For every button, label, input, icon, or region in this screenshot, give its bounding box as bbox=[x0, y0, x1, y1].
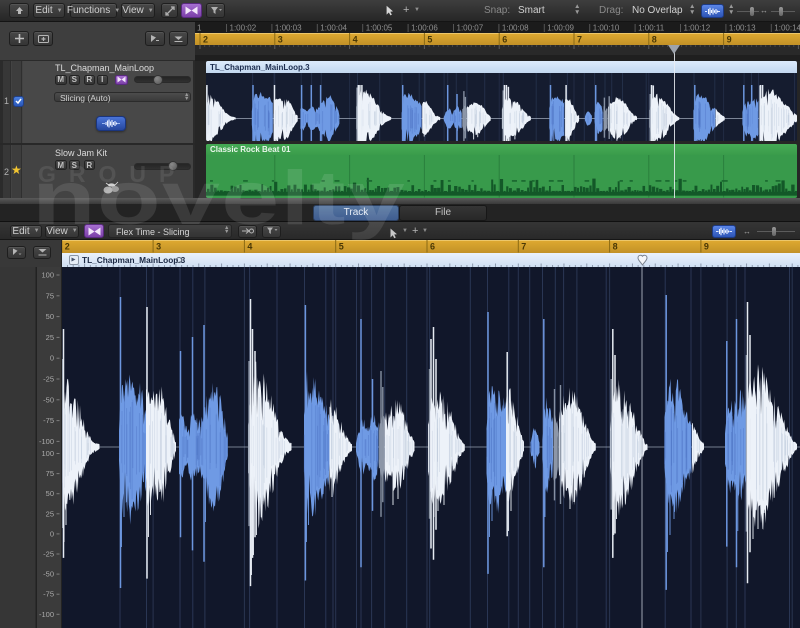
svg-text:4: 4 bbox=[247, 242, 252, 252]
svg-text:7: 7 bbox=[577, 35, 582, 45]
svg-text:100: 100 bbox=[41, 449, 54, 458]
svg-text:6: 6 bbox=[430, 242, 435, 252]
svg-text:25: 25 bbox=[46, 509, 54, 518]
svg-text:1:00:04: 1:00:04 bbox=[320, 24, 347, 33]
svg-text:4: 4 bbox=[353, 35, 358, 45]
svg-text:9: 9 bbox=[727, 35, 732, 45]
svg-text:1:00:05: 1:00:05 bbox=[366, 24, 393, 33]
svg-text:75: 75 bbox=[46, 291, 54, 300]
svg-text:0: 0 bbox=[50, 354, 54, 363]
svg-text:5: 5 bbox=[339, 242, 344, 252]
svg-text:0: 0 bbox=[50, 529, 54, 538]
svg-text:7: 7 bbox=[521, 242, 526, 252]
svg-text:-50: -50 bbox=[43, 395, 54, 404]
svg-text:1:00:11: 1:00:11 bbox=[638, 24, 665, 33]
svg-text:6: 6 bbox=[502, 35, 507, 45]
svg-text:1:00:02: 1:00:02 bbox=[230, 24, 257, 33]
svg-text:8: 8 bbox=[613, 242, 618, 252]
svg-text:3: 3 bbox=[278, 35, 283, 45]
svg-text:2: 2 bbox=[65, 242, 70, 252]
svg-text:8: 8 bbox=[652, 35, 657, 45]
svg-text:1:00:09: 1:00:09 bbox=[547, 24, 574, 33]
svg-text:1:00:07: 1:00:07 bbox=[457, 24, 484, 33]
svg-text:-75: -75 bbox=[43, 416, 54, 425]
svg-text:9: 9 bbox=[704, 242, 709, 252]
svg-text:1:00:03: 1:00:03 bbox=[275, 24, 302, 33]
svg-text:3: 3 bbox=[156, 242, 161, 252]
svg-text:-25: -25 bbox=[43, 550, 54, 559]
svg-text:1:00:14: 1:00:14 bbox=[774, 24, 800, 33]
svg-text:-75: -75 bbox=[43, 590, 54, 599]
svg-text:-25: -25 bbox=[43, 375, 54, 384]
svg-text:1: 1 bbox=[197, 24, 202, 33]
svg-text:75: 75 bbox=[46, 469, 54, 478]
svg-text:50: 50 bbox=[46, 489, 54, 498]
svg-text:1:00:10: 1:00:10 bbox=[593, 24, 620, 33]
svg-text:1:00:12: 1:00:12 bbox=[684, 24, 711, 33]
svg-text:100: 100 bbox=[41, 271, 54, 280]
svg-text:2: 2 bbox=[203, 35, 208, 45]
svg-text:1:00:06: 1:00:06 bbox=[411, 24, 438, 33]
svg-text:1:00:13: 1:00:13 bbox=[729, 24, 756, 33]
svg-text:1:00:08: 1:00:08 bbox=[502, 24, 529, 33]
svg-text:50: 50 bbox=[46, 312, 54, 321]
svg-text:25: 25 bbox=[46, 333, 54, 342]
svg-text:-100: -100 bbox=[39, 610, 54, 619]
svg-text:-100: -100 bbox=[39, 437, 54, 446]
svg-text:-50: -50 bbox=[43, 570, 54, 579]
svg-text:5: 5 bbox=[427, 35, 432, 45]
